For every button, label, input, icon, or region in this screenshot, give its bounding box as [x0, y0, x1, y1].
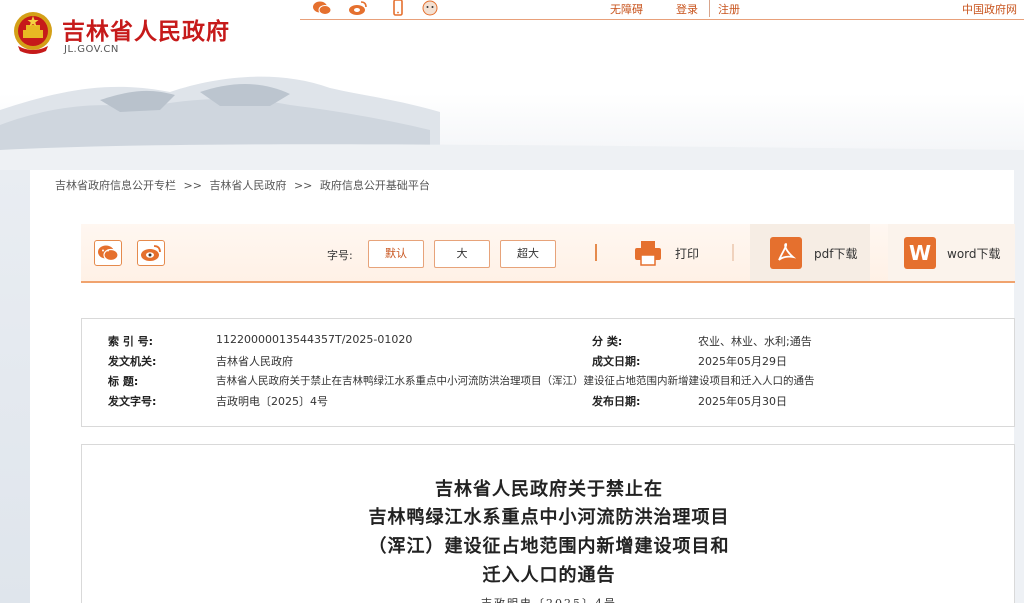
meta-row: 发文机关: 吉林省人民政府 成文日期: 2025年05月29日	[82, 353, 1014, 373]
central-gov-link[interactable]: 中国政府网	[962, 1, 1017, 17]
accessibility-link[interactable]: 无障碍	[610, 1, 643, 17]
weibo-icon[interactable]	[348, 0, 368, 16]
login-link[interactable]: 登录	[676, 1, 698, 17]
title-label: 标 题:	[108, 375, 139, 388]
doc-number-value: 吉政明电〔2025〕4号	[216, 395, 328, 408]
register-link[interactable]: 注册	[718, 1, 740, 17]
word-download-label: word下载	[947, 247, 1001, 261]
breadcrumb-separator: >>	[183, 179, 202, 192]
mountain-banner-image	[0, 76, 1024, 170]
wechat-icon[interactable]	[312, 0, 332, 16]
pdf-download-button[interactable]: pdf下载	[750, 224, 870, 281]
breadcrumb-item-platform[interactable]: 政府信息公开基础平台	[320, 179, 430, 192]
mobile-phone-icon[interactable]	[388, 0, 408, 16]
document-title-line: 吉林省人民政府关于禁止在	[435, 479, 663, 500]
category-value: 农业、林业、水利;通告	[698, 335, 812, 348]
toolbar-divider	[732, 244, 734, 261]
font-large-button[interactable]: 大	[434, 240, 490, 268]
document-title-line: （浑江）建设征占地范围内新增建设项目和	[368, 536, 730, 557]
index-number-value: 11220000013544357T/2025-01020	[216, 333, 413, 346]
font-xlarge-button[interactable]: 超大	[500, 240, 556, 268]
breadcrumb: 吉林省政府信息公开专栏 >> 吉林省人民政府 >> 政府信息公开基础平台	[55, 177, 434, 193]
font-size-label: 字号:	[327, 249, 353, 262]
share-weibo-button[interactable]	[137, 240, 165, 266]
mascot-icon[interactable]	[420, 0, 440, 16]
pdf-icon	[770, 237, 802, 269]
document-title-line: 迁入人口的通告	[482, 565, 616, 586]
toolbar-divider	[595, 244, 597, 261]
top-utility-bar	[300, 0, 1024, 20]
site-title[interactable]: 吉林省人民政府	[62, 12, 230, 46]
word-icon: W	[904, 237, 936, 269]
pdf-download-label: pdf下载	[814, 247, 858, 261]
printer-icon[interactable]	[633, 239, 663, 267]
national-emblem-icon	[14, 12, 52, 54]
index-number-label: 索 引 号:	[108, 335, 154, 348]
published-date-value: 2025年05月30日	[698, 395, 787, 408]
document-meta-table: 索 引 号: 11220000013544357T/2025-01020 分 类…	[81, 318, 1015, 427]
weibo-icon	[141, 245, 161, 261]
breadcrumb-separator: >>	[293, 179, 313, 192]
document-title-line: 吉林鸭绿江水系重点中小河流防洪治理项目	[368, 507, 730, 528]
word-download-button[interactable]: W word下载	[888, 224, 1015, 281]
article-toolbar: 字号: 默认 大 超大 打印 pdf下载 W word下载	[81, 224, 1015, 283]
created-date-value: 2025年05月29日	[698, 355, 787, 368]
breadcrumb-item-provincial-gov[interactable]: 吉林省人民政府	[209, 179, 286, 192]
category-label: 分 类:	[592, 335, 623, 348]
document-number: 吉政明电〔2025〕4号	[82, 595, 1016, 603]
font-default-button[interactable]: 默认	[368, 240, 424, 268]
doc-number-label: 发文字号:	[108, 395, 157, 408]
meta-row: 标 题: 吉林省人民政府关于禁止在吉林鸭绿江水系重点中小河流防洪治理项目（浑江）…	[82, 373, 1014, 393]
wechat-icon	[98, 245, 119, 262]
meta-row: 索 引 号: 11220000013544357T/2025-01020 分 类…	[82, 333, 1014, 353]
issuer-label: 发文机关:	[108, 355, 157, 368]
share-wechat-button[interactable]	[94, 240, 122, 266]
document-body: 吉林省人民政府关于禁止在 吉林鸭绿江水系重点中小河流防洪治理项目 （浑江）建设征…	[81, 444, 1015, 603]
print-button[interactable]: 打印	[675, 245, 699, 262]
title-value: 吉林省人民政府关于禁止在吉林鸭绿江水系重点中小河流防洪治理项目（浑江）建设征占地…	[216, 375, 815, 387]
published-date-label: 发布日期:	[592, 395, 641, 408]
created-date-label: 成文日期:	[592, 355, 641, 368]
meta-row: 发文字号: 吉政明电〔2025〕4号 发布日期: 2025年05月30日	[82, 393, 1014, 413]
side-background	[0, 170, 30, 603]
top-divider	[709, 0, 710, 17]
breadcrumb-item-info-column[interactable]: 吉林省政府信息公开专栏	[55, 179, 176, 192]
site-domain: JL.GOV.CN	[64, 44, 119, 55]
issuer-value: 吉林省人民政府	[216, 355, 293, 368]
